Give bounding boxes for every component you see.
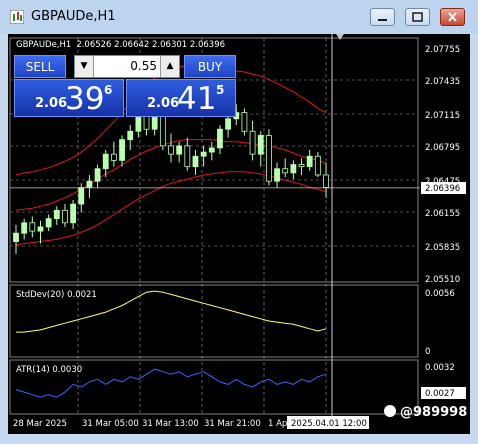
sell-price-superscript: 6 <box>104 83 113 97</box>
candle-body <box>135 114 142 132</box>
candle-body <box>257 135 264 155</box>
candle-body <box>168 145 174 155</box>
maximize-icon <box>412 12 423 22</box>
close-button[interactable] <box>440 8 465 26</box>
crosshair-time-label: 2025.04.01 12:00 <box>291 419 367 429</box>
candle-body <box>217 128 223 149</box>
candle-body <box>94 168 101 182</box>
price-label: 2.07115 <box>425 111 460 121</box>
candle-body <box>282 168 289 174</box>
atr-max-label: 0.0032 <box>425 363 455 373</box>
candle-body <box>241 112 248 132</box>
title-bar: GBPAUDe,H1 <box>0 0 478 34</box>
time-label: 31 Mar 13:00 <box>142 419 199 429</box>
chart-shift-marker <box>336 34 344 40</box>
stddev-label: StdDev(20) 0.0021 <box>16 290 97 300</box>
price-label: 2.06795 <box>425 143 460 153</box>
candle-body <box>265 135 272 182</box>
time-label: 31 Mar 05:00 <box>82 419 139 429</box>
candle-body <box>200 151 207 157</box>
terminal-window: GBPAUDe,H1 GBPAUDe,H1 2.06526 2.06642 2.0… <box>0 0 478 444</box>
lot-increase-button[interactable]: ▲ <box>160 56 179 77</box>
candle-body <box>184 145 191 168</box>
candle-body <box>37 226 44 232</box>
candle-body <box>306 155 313 168</box>
candle-body <box>70 203 77 224</box>
candle-body <box>176 145 183 155</box>
sell-price-big: 39 <box>65 81 105 117</box>
candle-body <box>208 147 215 153</box>
time-label: 28 Mar 2025 <box>13 419 67 429</box>
candle-body <box>102 153 109 170</box>
price-label: 2.07435 <box>425 77 460 87</box>
stddev-max-label: 0.0056 <box>425 289 455 299</box>
stddev-min-label: 0 <box>425 347 430 357</box>
buy-price-prefix: 2.06 <box>147 96 180 111</box>
atr-label: ATR(14) 0.0030 <box>16 365 82 375</box>
lot-size-value[interactable]: 0.55 <box>130 56 157 77</box>
chart-ohlc: 2.06526 2.06642 2.06301 2.06396 <box>76 40 225 50</box>
atr-current-label: 0.0027 <box>425 389 455 399</box>
candle-body <box>290 164 297 174</box>
chart-area[interactable]: GBPAUDe,H1 2.06526 2.06642 2.06301 2.0639… <box>8 34 470 434</box>
sell-price-button[interactable]: 2.06 39 6 <box>14 79 124 117</box>
crosshair-overlay <box>331 34 344 416</box>
price-label: 2.06155 <box>425 209 460 219</box>
candle-body <box>314 155 321 176</box>
lot-size-stepper[interactable]: ▼ 0.55 ▲ <box>74 55 180 78</box>
buy-price-button[interactable]: 2.06 41 5 <box>126 79 236 117</box>
candle-body <box>45 218 52 228</box>
watermark-text: @989998 <box>400 405 467 420</box>
candle-body <box>323 174 329 188</box>
candle-body <box>62 209 68 224</box>
candle-body <box>29 222 36 232</box>
buy-price-superscript: 5 <box>216 83 225 97</box>
candle-body <box>225 118 232 130</box>
one-click-trading-panel: SELL ▼ 0.55 ▲ BUY 2.06 39 6 2.06 41 5 <box>14 55 236 117</box>
candle-body <box>274 168 280 182</box>
minimize-button[interactable] <box>370 8 395 26</box>
time-label: 1 Ap <box>268 419 287 429</box>
minimize-icon <box>378 19 387 21</box>
candle-body <box>159 112 166 147</box>
current-price-label: 2.06396 <box>425 184 460 194</box>
candle-body <box>86 180 93 188</box>
window-title: GBPAUDe,H1 <box>31 9 116 24</box>
price-label: 2.05510 <box>425 275 460 285</box>
candle-series <box>10 104 420 254</box>
price-label: 2.07755 <box>425 45 460 55</box>
candle-body <box>298 164 305 168</box>
candle-body <box>53 209 60 220</box>
time-label: 31 Mar 21:00 <box>204 419 261 429</box>
candle-body <box>119 139 125 161</box>
maximize-button[interactable] <box>405 8 430 26</box>
candle-body <box>13 232 19 242</box>
arrow-up-icon: ▲ <box>166 61 174 71</box>
chart-window-icon <box>10 10 24 24</box>
lower-band-line <box>15 171 327 246</box>
chart-header: GBPAUDe,H1 2.06526 2.06642 2.06301 2.0639… <box>16 40 225 50</box>
candle-body <box>110 153 117 161</box>
watermark-logo <box>384 405 396 417</box>
sell-button[interactable]: SELL <box>14 55 66 78</box>
candle-body <box>249 130 256 155</box>
buy-button[interactable]: BUY <box>184 55 236 78</box>
lot-decrease-button[interactable]: ▼ <box>75 56 94 77</box>
buy-price-big: 41 <box>177 81 217 117</box>
candle-body <box>78 187 85 205</box>
candle-body <box>192 155 199 168</box>
arrow-down-icon: ▼ <box>80 61 88 71</box>
close-icon <box>448 12 457 22</box>
price-label: 2.05835 <box>425 243 460 253</box>
candle-body <box>21 222 28 234</box>
candle-body <box>127 130 134 140</box>
chart-symbol: GBPAUDe,H1 <box>16 40 71 50</box>
sell-price-prefix: 2.06 <box>35 96 68 111</box>
